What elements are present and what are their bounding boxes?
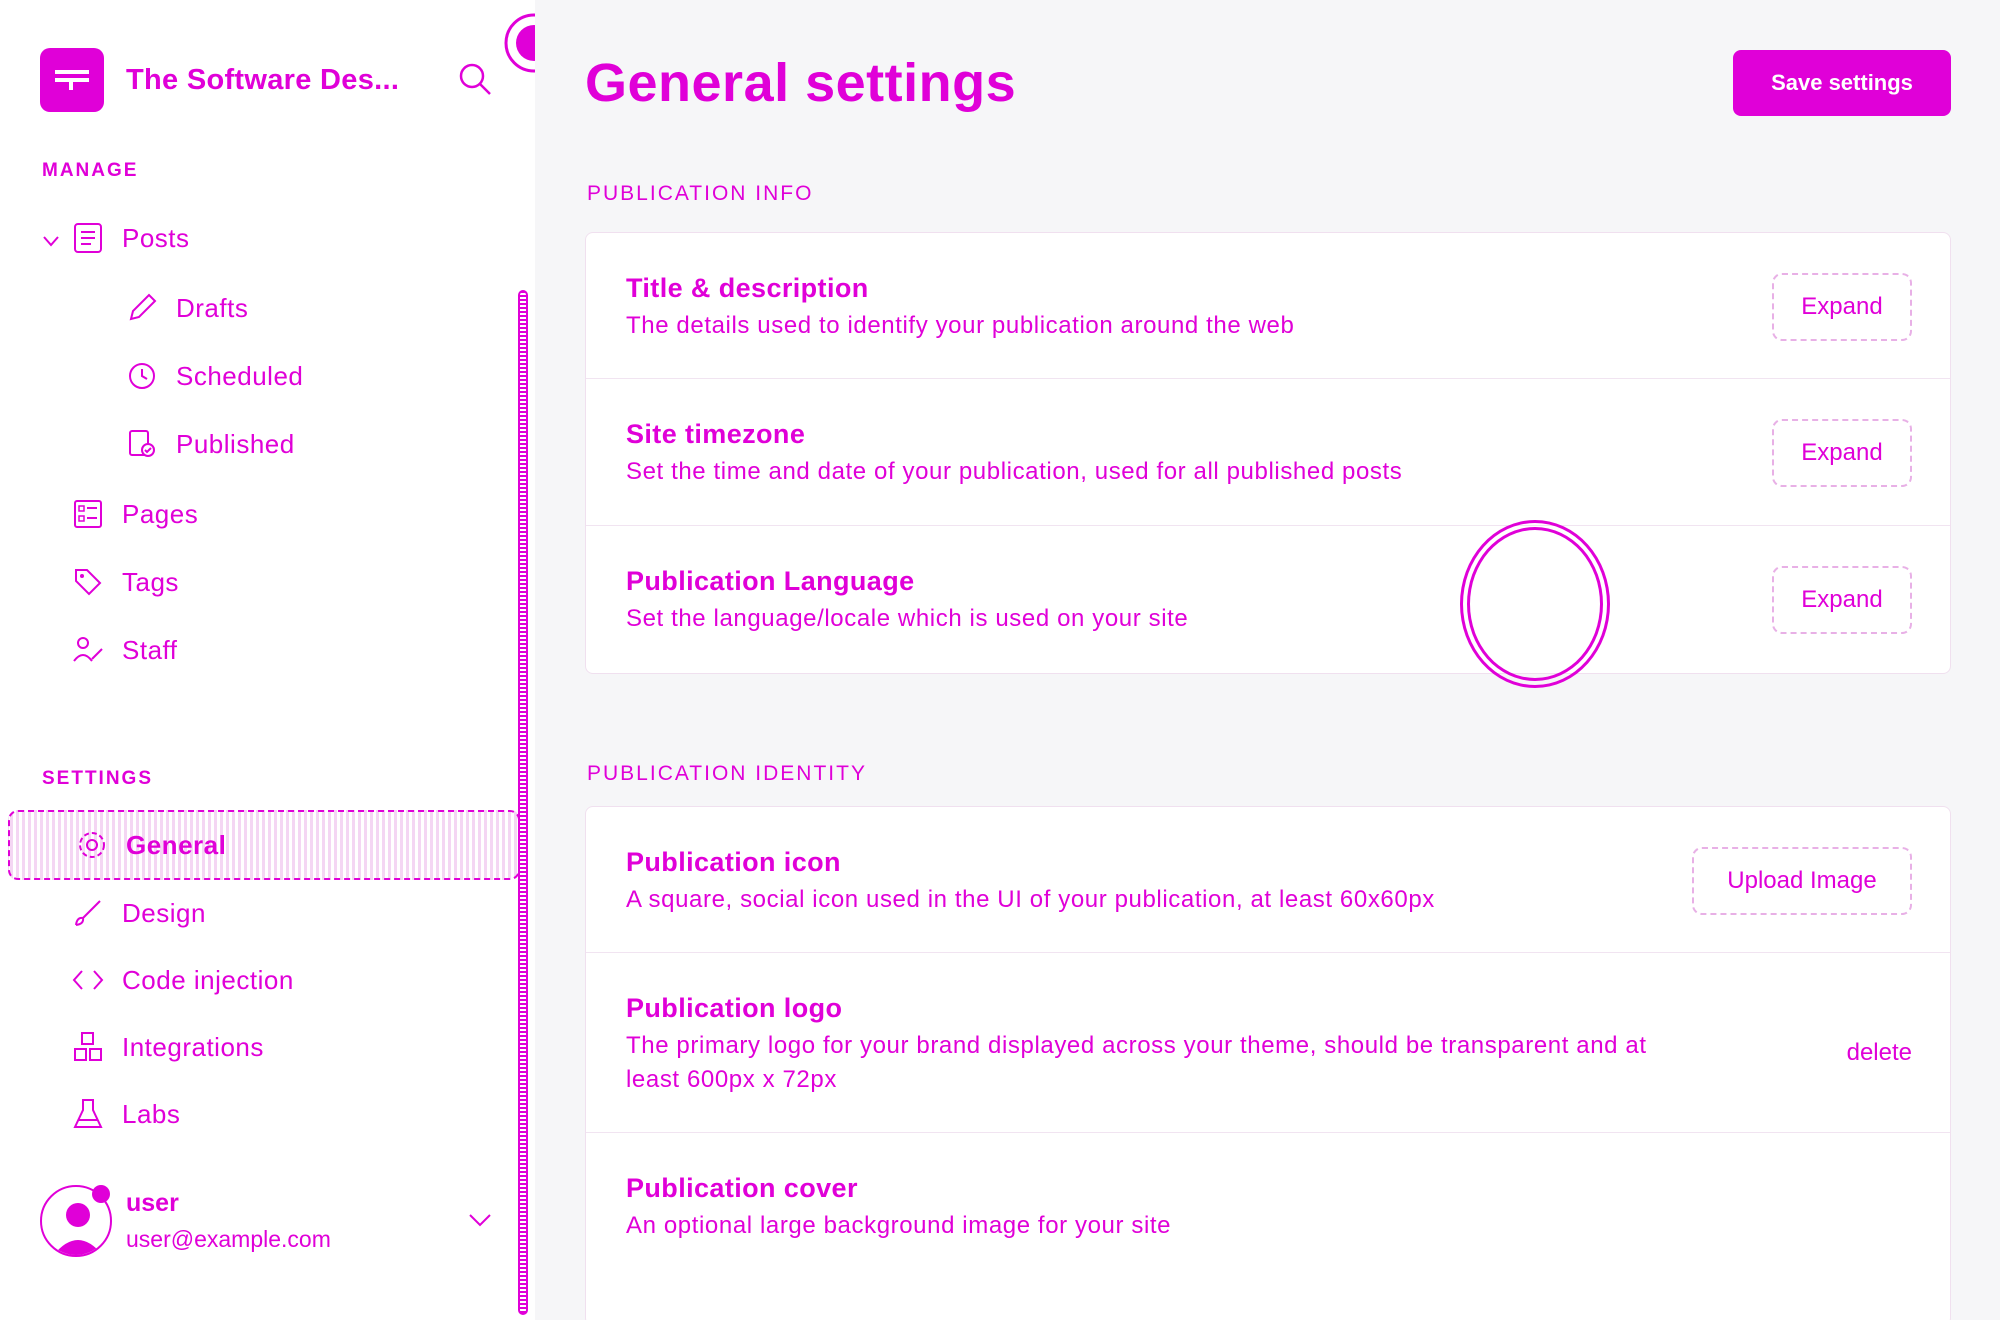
save-settings-button[interactable]: Save settings [1733, 50, 1951, 116]
user-email: user@example.com [126, 1226, 331, 1252]
chevron-down-icon[interactable] [42, 223, 60, 254]
sidebar: The Software Des... MANAGE Posts Drafts … [0, 0, 564, 1320]
setting-row-publication-language: Publication Language Set the language/lo… [586, 526, 1950, 673]
row-title: Publication logo [626, 993, 843, 1023]
sidebar-item-pages[interactable]: Pages [70, 496, 198, 532]
chevron-down-icon[interactable] [468, 1213, 492, 1232]
sidebar-item-general[interactable]: General [8, 810, 520, 880]
row-description: An optional large background image for y… [626, 1212, 1172, 1239]
row-description: A square, social icon used in the UI of … [626, 886, 1435, 913]
row-title: Site timezone [626, 419, 806, 449]
sidebar-item-drafts[interactable]: Drafts [124, 290, 248, 326]
sidebar-item-posts[interactable]: Posts [42, 220, 190, 256]
integrations-icon [70, 1029, 106, 1065]
row-description: Set the time and date of your publicatio… [626, 458, 1403, 485]
code-icon [70, 962, 106, 998]
settings-section-label: SETTINGS [42, 768, 154, 789]
row-description: The details used to identify your public… [626, 312, 1295, 339]
brand-title: The Software Des... [126, 63, 400, 96]
brand[interactable]: The Software Des... [40, 48, 399, 112]
delete-logo-link[interactable]: delete [1847, 1039, 1912, 1067]
publication-identity-card: Publication icon A square, social icon u… [585, 806, 1951, 1320]
sidebar-item-label: Posts [122, 222, 190, 253]
posts-icon [70, 220, 106, 256]
sidebar-item-label: Staff [122, 634, 178, 665]
sidebar-item-label: Integrations [122, 1031, 264, 1062]
row-title: Title & description [626, 273, 869, 303]
expand-button[interactable]: Expand [1772, 273, 1912, 341]
sidebar-item-label: Design [122, 897, 206, 928]
published-icon [124, 426, 160, 462]
sidebar-item-label: Code injection [122, 964, 294, 995]
clock-icon [124, 358, 160, 394]
setting-row-publication-cover: Publication cover An optional large back… [586, 1133, 1950, 1320]
pages-icon [70, 496, 106, 532]
publication-info-card: Title & description The details used to … [585, 232, 1951, 674]
sidebar-item-label: General [126, 829, 227, 860]
sidebar-item-tags[interactable]: Tags [70, 564, 179, 600]
flask-icon [70, 1096, 106, 1132]
sidebar-item-integrations[interactable]: Integrations [70, 1029, 264, 1065]
brush-icon [70, 895, 106, 931]
sidebar-item-labs[interactable]: Labs [70, 1096, 180, 1132]
pencil-icon [124, 290, 160, 326]
setting-row-publication-logo: Publication logo The primary logo for yo… [586, 953, 1950, 1133]
setting-row-title-description: Title & description The details used to … [586, 233, 1950, 379]
row-description: The primary logo for your brand displaye… [626, 1032, 1647, 1093]
staff-icon [70, 632, 106, 668]
sidebar-item-staff[interactable]: Staff [70, 632, 178, 668]
main-content: General settings Save settings PUBLICATI… [535, 0, 2000, 1320]
row-title: Publication Language [626, 566, 915, 596]
gear-icon [74, 827, 110, 863]
row-title: Publication icon [626, 847, 841, 877]
search-icon[interactable] [458, 62, 492, 101]
sidebar-item-label: Labs [122, 1098, 181, 1129]
manage-section-label: MANAGE [42, 160, 139, 181]
row-title: Publication cover [626, 1173, 858, 1203]
sidebar-item-code-injection[interactable]: Code injection [70, 962, 294, 998]
sidebar-item-published[interactable]: Published [124, 426, 295, 462]
sidebar-item-label: Published [176, 428, 295, 459]
publication-identity-label: PUBLICATION IDENTITY [587, 762, 867, 785]
setting-row-site-timezone: Site timezone Set the time and date of y… [586, 379, 1950, 526]
page-title: General settings [585, 53, 1017, 113]
expand-button[interactable]: Expand [1772, 419, 1912, 487]
sidebar-item-label: Tags [122, 566, 179, 597]
expand-button[interactable]: Expand [1772, 566, 1912, 634]
sidebar-item-label: Drafts [176, 292, 249, 323]
sidebar-item-scheduled[interactable]: Scheduled [124, 358, 303, 394]
setting-row-publication-icon: Publication icon A square, social icon u… [586, 807, 1950, 953]
upload-image-button[interactable]: Upload Image [1692, 847, 1912, 915]
user-name: user [126, 1189, 179, 1217]
cursor-indicator [1460, 520, 1610, 688]
status-dot [92, 1185, 110, 1203]
publication-info-label: PUBLICATION INFO [587, 182, 814, 205]
sidebar-item-design[interactable]: Design [70, 895, 206, 931]
sidebar-scrollbar[interactable] [518, 290, 528, 1315]
sidebar-item-label: Pages [122, 498, 199, 529]
brand-logo [40, 48, 104, 112]
sidebar-item-label: Scheduled [176, 360, 304, 391]
tag-icon [70, 564, 106, 600]
